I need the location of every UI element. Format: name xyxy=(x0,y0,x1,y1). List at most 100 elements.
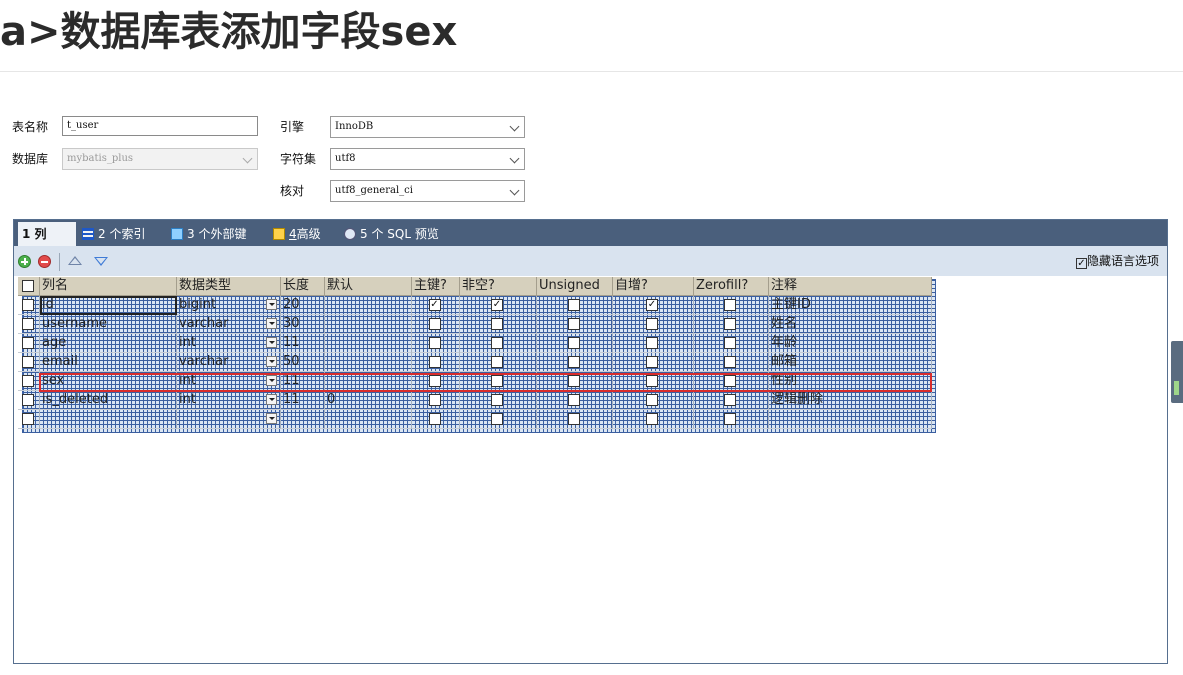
row-select-cell[interactable] xyxy=(18,334,40,353)
column-name-cell[interactable]: is_deleted xyxy=(40,391,177,410)
unsigned-checkbox[interactable] xyxy=(567,299,580,311)
row-select-checkbox[interactable] xyxy=(22,299,34,311)
row-select-cell[interactable] xyxy=(18,315,40,334)
dropdown-arrow-icon[interactable] xyxy=(266,413,277,424)
not-null-checkbox[interactable] xyxy=(491,318,503,330)
column-name-cell[interactable]: email xyxy=(40,353,177,372)
dropdown-arrow-icon[interactable] xyxy=(266,394,277,405)
zerofill-checkbox[interactable] xyxy=(724,413,736,425)
hide-language-options-checkbox[interactable]: ✓隐藏语言选项 xyxy=(1075,253,1159,269)
column-name-cell[interactable]: id xyxy=(40,296,177,315)
dropdown-arrow-icon[interactable] xyxy=(266,299,277,310)
row-select-checkbox[interactable] xyxy=(22,337,34,349)
row-select-checkbox[interactable] xyxy=(22,394,34,406)
default-cell[interactable] xyxy=(325,334,412,353)
select-all-cell[interactable] xyxy=(18,277,40,296)
row-select-checkbox[interactable] xyxy=(22,413,34,425)
comment-cell[interactable] xyxy=(769,410,932,429)
header-comment[interactable]: 注释 xyxy=(769,277,932,296)
length-cell[interactable]: 11 xyxy=(281,372,325,391)
dropdown-arrow-icon[interactable] xyxy=(266,356,277,367)
zerofill-checkbox[interactable] xyxy=(724,375,736,387)
auto-increment-checkbox[interactable]: ✓ xyxy=(646,299,658,311)
primary-key-checkbox[interactable] xyxy=(428,318,441,330)
default-cell[interactable] xyxy=(325,315,412,334)
data-type-cell[interactable]: int xyxy=(177,334,281,353)
auto-increment-checkbox[interactable] xyxy=(646,413,658,425)
default-cell[interactable] xyxy=(325,296,412,315)
row-select-checkbox[interactable] xyxy=(22,318,34,330)
row-select-checkbox[interactable] xyxy=(22,375,34,387)
unsigned-checkbox[interactable] xyxy=(567,375,580,387)
row-select-cell[interactable] xyxy=(18,391,40,410)
data-type-cell[interactable] xyxy=(177,410,281,429)
row-select-cell[interactable] xyxy=(18,410,40,429)
header-default[interactable]: 默认 xyxy=(325,277,412,296)
tab-sql-preview[interactable]: 5 个 SQL 预览 xyxy=(340,222,464,246)
not-null-checkbox[interactable] xyxy=(491,356,503,368)
header-unsigned[interactable]: Unsigned xyxy=(537,277,613,296)
zerofill-checkbox[interactable] xyxy=(724,394,736,406)
primary-key-checkbox[interactable] xyxy=(428,356,441,368)
length-cell[interactable]: 30 xyxy=(281,315,325,334)
side-panel-handle[interactable] xyxy=(1171,341,1183,403)
auto-increment-checkbox[interactable] xyxy=(646,318,658,330)
row-select-cell[interactable] xyxy=(18,296,40,315)
header-data-type[interactable]: 数据类型 xyxy=(177,277,281,296)
delete-column-icon[interactable] xyxy=(38,255,51,268)
unsigned-checkbox[interactable] xyxy=(567,356,580,368)
zerofill-checkbox[interactable] xyxy=(724,337,736,349)
tab-columns[interactable]: 1 列 xyxy=(18,222,936,433)
comment-cell[interactable]: 逻辑删除 xyxy=(769,391,932,410)
data-type-cell[interactable]: int xyxy=(177,372,281,391)
unsigned-checkbox[interactable] xyxy=(567,318,580,330)
data-type-cell[interactable]: varchar xyxy=(177,353,281,372)
column-name-cell[interactable]: age xyxy=(40,334,177,353)
header-not-null[interactable]: 非空? xyxy=(460,277,537,296)
tab-advanced[interactable]: 4高级 xyxy=(269,222,335,246)
dropdown-arrow-icon[interactable] xyxy=(266,337,277,348)
unsigned-checkbox[interactable] xyxy=(567,413,580,425)
primary-key-checkbox[interactable] xyxy=(428,413,441,425)
length-cell[interactable] xyxy=(281,410,325,429)
default-cell[interactable] xyxy=(325,372,412,391)
zerofill-checkbox[interactable] xyxy=(724,356,736,368)
length-cell[interactable]: 11 xyxy=(281,334,325,353)
not-null-checkbox[interactable] xyxy=(491,413,503,425)
default-cell[interactable]: 0 xyxy=(325,391,412,410)
charset-select[interactable]: utf8 xyxy=(330,148,525,170)
unsigned-checkbox[interactable] xyxy=(567,337,580,349)
not-null-checkbox[interactable] xyxy=(491,394,503,406)
row-select-cell[interactable] xyxy=(18,353,40,372)
move-up-icon[interactable] xyxy=(68,256,82,265)
default-cell[interactable] xyxy=(325,410,412,429)
comment-cell[interactable]: 性别 xyxy=(769,372,932,391)
row-select-cell[interactable] xyxy=(18,372,40,391)
length-cell[interactable]: 11 xyxy=(281,391,325,410)
default-cell[interactable] xyxy=(325,353,412,372)
header-auto-increment[interactable]: 自增? xyxy=(613,277,694,296)
column-name-cell[interactable]: sex xyxy=(40,372,177,391)
auto-increment-checkbox[interactable] xyxy=(646,394,658,406)
tab-foreign-keys[interactable]: 3 个外部键 xyxy=(167,222,263,246)
move-down-icon[interactable] xyxy=(94,257,108,266)
primary-key-checkbox[interactable] xyxy=(428,375,441,387)
unsigned-checkbox[interactable] xyxy=(567,394,580,406)
header-column-name[interactable]: 列名 xyxy=(40,277,177,296)
comment-cell[interactable]: 主键ID xyxy=(769,296,932,315)
length-cell[interactable]: 20 xyxy=(281,296,325,315)
engine-select[interactable]: InnoDB xyxy=(330,116,525,138)
primary-key-checkbox[interactable]: ✓ xyxy=(428,299,441,311)
auto-increment-checkbox[interactable] xyxy=(646,337,658,349)
header-zerofill[interactable]: Zerofill? xyxy=(694,277,769,296)
collation-select[interactable]: utf8_general_ci xyxy=(330,180,525,202)
comment-cell[interactable]: 姓名 xyxy=(769,315,932,334)
table-name-input[interactable]: t_user xyxy=(62,116,258,136)
comment-cell[interactable]: 邮箱 xyxy=(769,353,932,372)
tab-indexes[interactable]: 2 个索引 xyxy=(78,222,164,246)
header-length[interactable]: 长度 xyxy=(281,277,325,296)
row-select-checkbox[interactable] xyxy=(22,356,34,368)
auto-increment-checkbox[interactable] xyxy=(646,375,658,387)
not-null-checkbox[interactable] xyxy=(491,375,503,387)
not-null-checkbox[interactable] xyxy=(491,337,503,349)
